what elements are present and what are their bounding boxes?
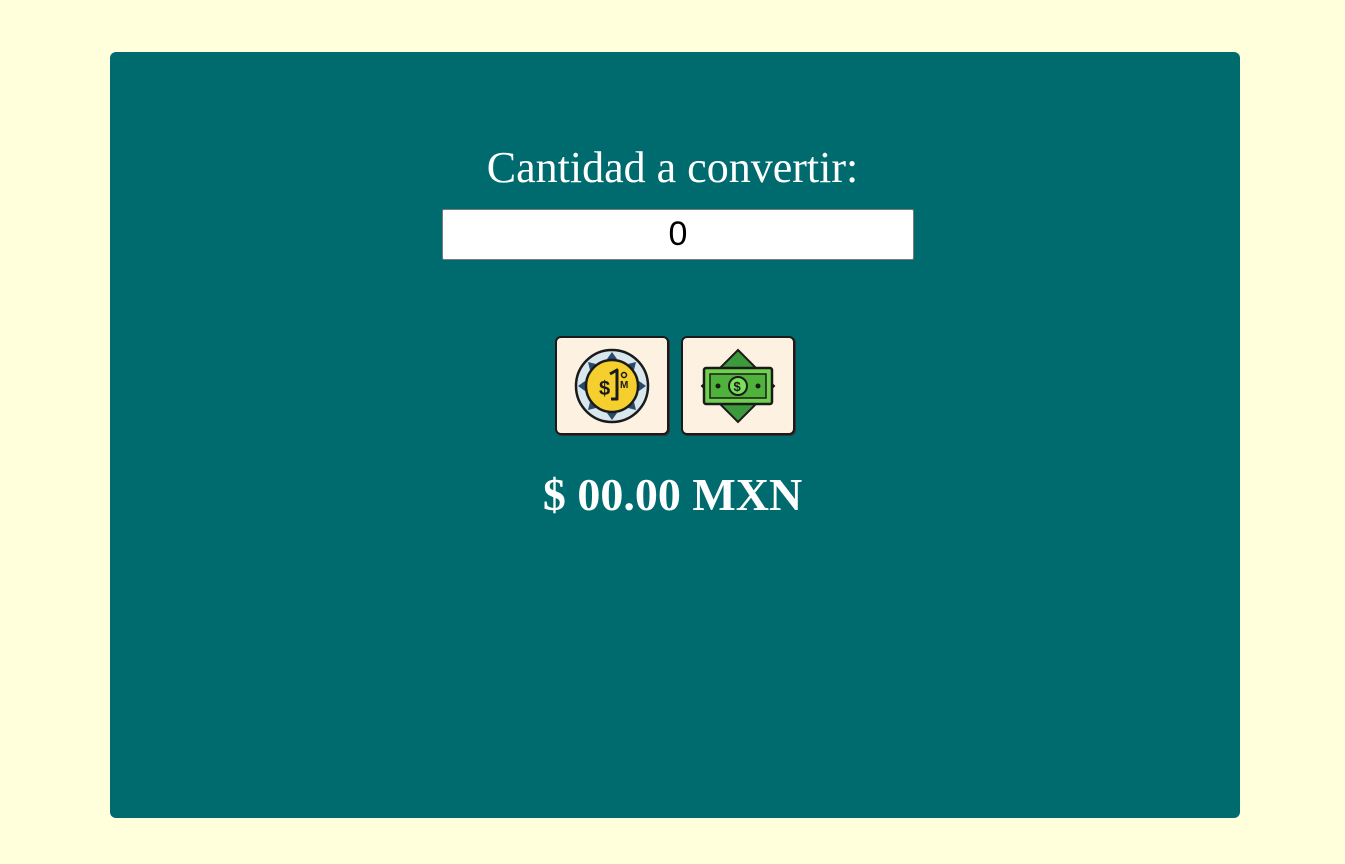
amount-label: Cantidad a convertir: xyxy=(486,143,859,192)
result-amount: $ 00.00 MXN xyxy=(542,469,803,520)
svg-text:$: $ xyxy=(734,379,742,394)
amount-input[interactable] xyxy=(442,209,914,260)
peso-coin-icon: $ M xyxy=(574,348,650,423)
svg-text:$: $ xyxy=(599,378,610,400)
coin-button[interactable]: $ M xyxy=(555,336,669,435)
bill-button[interactable]: $ xyxy=(681,336,795,435)
svg-text:M: M xyxy=(620,380,628,391)
dollar-bill-icon: $ xyxy=(700,348,776,423)
